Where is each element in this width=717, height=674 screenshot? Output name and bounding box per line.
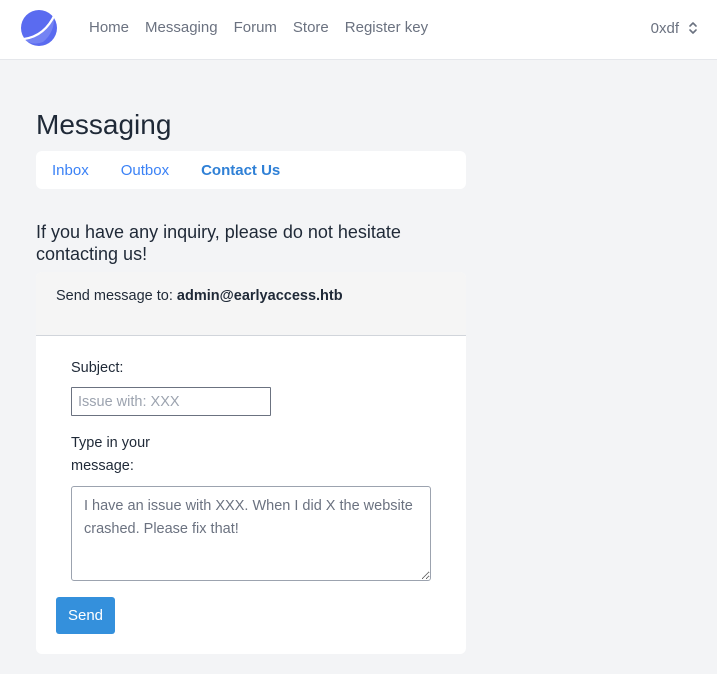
intro-text: If you have any inquiry, please do not h… xyxy=(36,222,401,264)
message-textarea[interactable] xyxy=(71,486,431,581)
messaging-tabs: Inbox Outbox Contact Us xyxy=(36,151,466,189)
card-header: Send message to: admin@earlyaccess.htb xyxy=(36,272,466,336)
nav-messaging-link[interactable]: Messaging xyxy=(145,19,218,37)
subject-label: Subject: xyxy=(71,360,124,376)
nav-store-link[interactable]: Store xyxy=(293,19,329,37)
send-button[interactable]: Send xyxy=(56,597,115,634)
subject-input[interactable] xyxy=(71,387,271,416)
tab-inbox[interactable]: Inbox xyxy=(52,162,89,179)
message-label-line1: Type in your xyxy=(71,435,150,451)
top-navbar: Home Messaging Forum Store Register key … xyxy=(0,0,717,60)
contact-form-card: Send message to: admin@earlyaccess.htb S… xyxy=(36,272,466,654)
chevron-up-down-icon xyxy=(689,22,697,34)
tab-outbox[interactable]: Outbox xyxy=(121,162,169,179)
recipient-email: admin@earlyaccess.htb xyxy=(176,288,343,304)
tab-contact-us[interactable]: Contact Us xyxy=(201,162,280,179)
nav-home-link[interactable]: Home xyxy=(89,19,129,37)
send-to-label: Send message to: xyxy=(56,288,173,304)
crescent-logo-icon[interactable] xyxy=(21,10,57,46)
user-menu[interactable]: 0xdf xyxy=(651,19,699,37)
nav-register-key-link[interactable]: Register key xyxy=(345,19,428,37)
message-label-line2: message: xyxy=(71,458,134,474)
main-nav: Home Messaging Forum Store Register key xyxy=(89,19,444,37)
username: 0xdf xyxy=(650,19,679,37)
page-title: Messaging xyxy=(36,109,172,140)
nav-forum-link[interactable]: Forum xyxy=(234,19,277,37)
